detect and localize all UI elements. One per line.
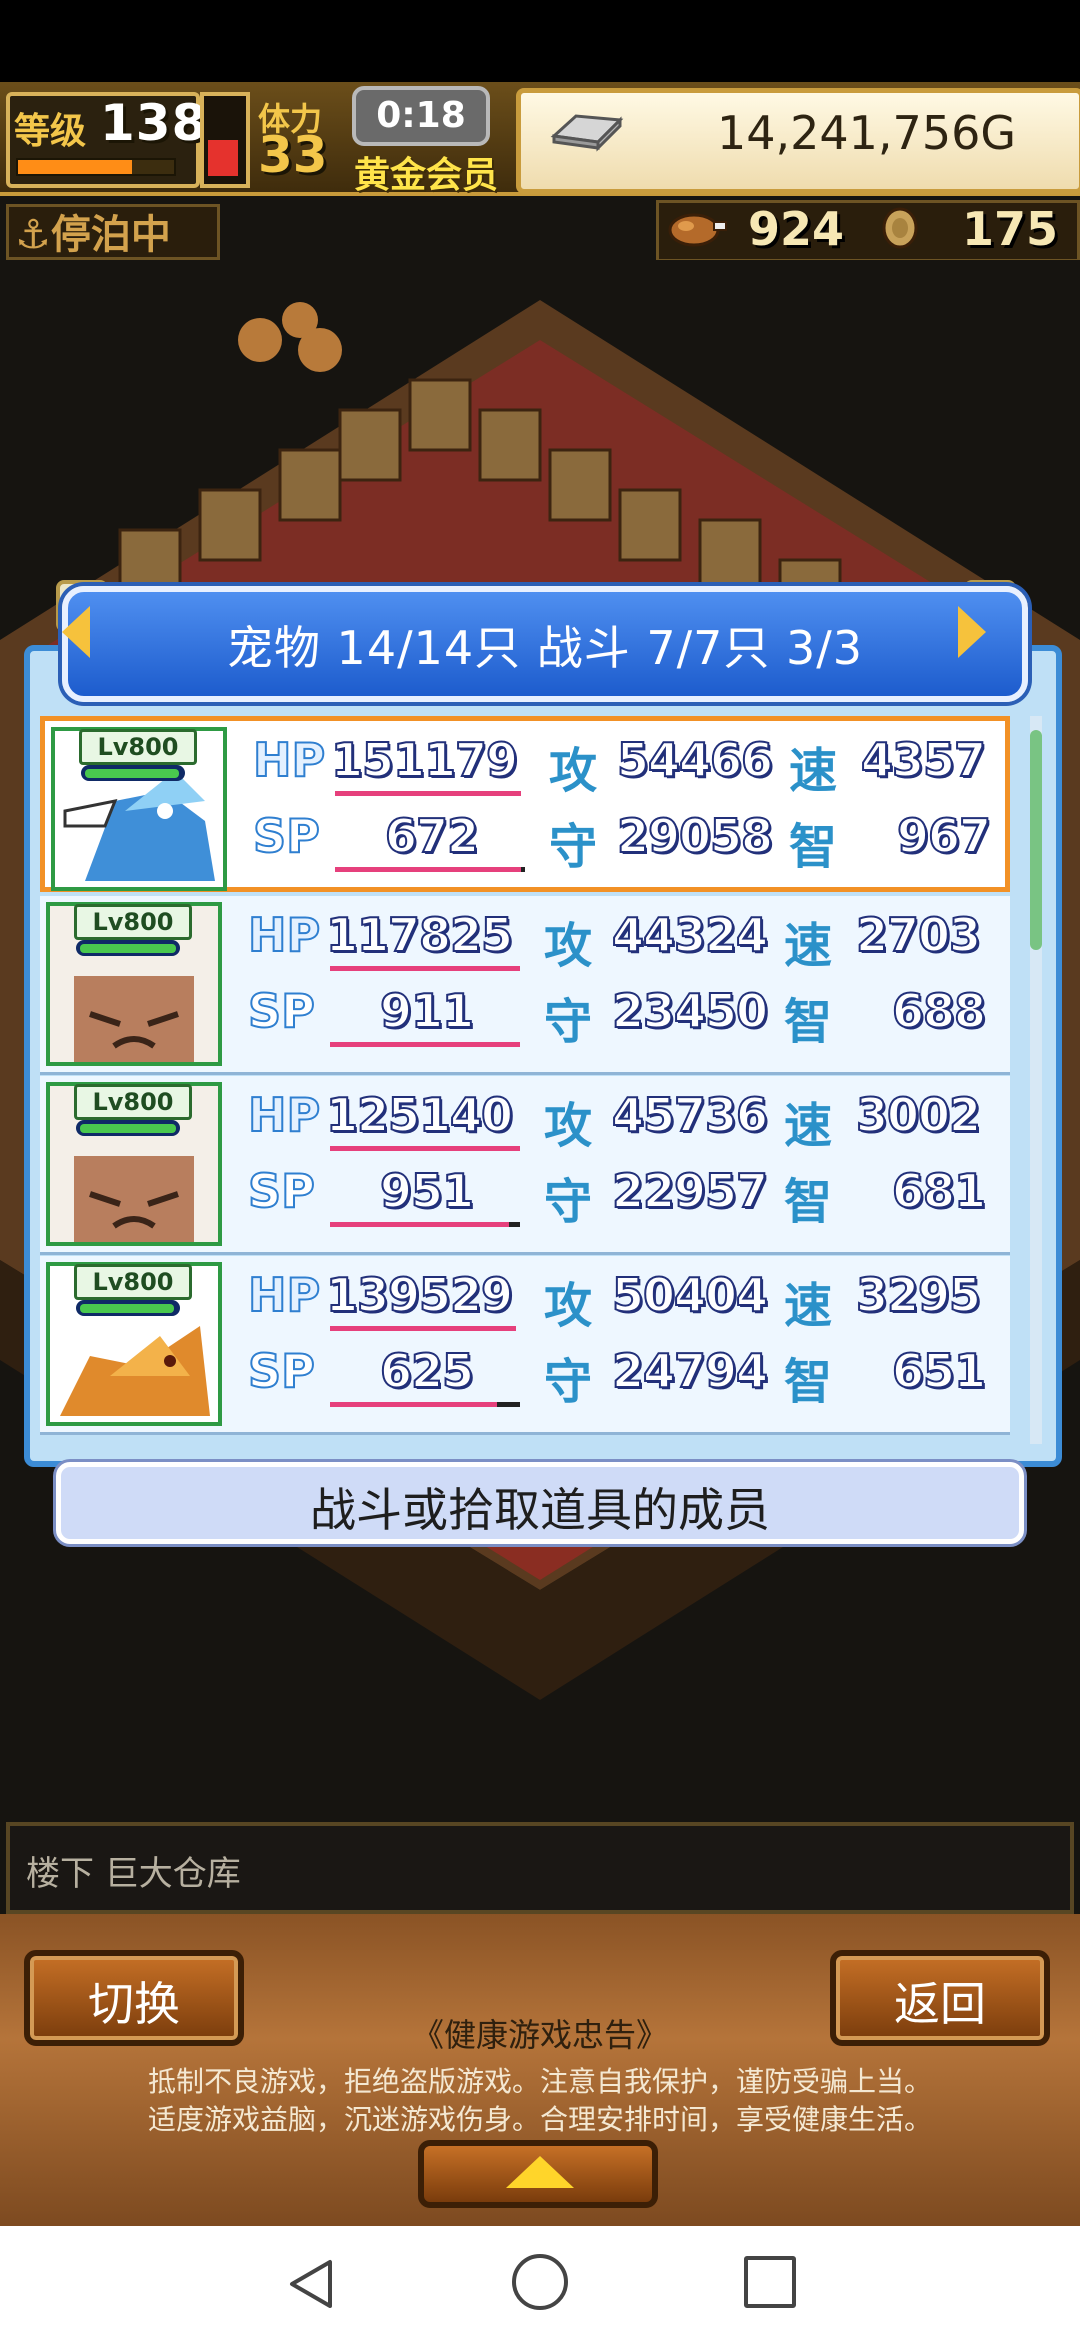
- intelligence-label: 智: [784, 1354, 833, 1410]
- sp-bar: [330, 1042, 520, 1047]
- defense-label: 守: [544, 994, 593, 1050]
- gold-amount: 14,241,756G: [716, 106, 1016, 160]
- sp-value: 672: [384, 808, 480, 864]
- speed-value: 3295: [855, 1267, 982, 1323]
- defense-label: 守: [544, 1354, 593, 1410]
- hp-bar: [335, 791, 521, 796]
- attack-value: 54466: [616, 732, 774, 788]
- speed-label: 速: [784, 918, 833, 974]
- attack-label: 攻: [544, 1098, 593, 1154]
- pet-level-tag: Lv800: [79, 729, 197, 765]
- hp-value: 151179: [330, 732, 519, 788]
- hp-label: HP: [247, 907, 321, 963]
- pet-health-bar-fill: [80, 1304, 174, 1313]
- hp-label: HP: [252, 732, 326, 788]
- pet-level-tag: Lv800: [74, 904, 192, 940]
- defense-value: 24794: [611, 1343, 769, 1399]
- level-label: 等级: [14, 111, 87, 152]
- pet-health-bar-fill: [85, 769, 179, 778]
- intelligence-value: 967: [896, 808, 992, 864]
- intelligence-value: 681: [891, 1163, 987, 1219]
- sp-value: 911: [379, 983, 475, 1039]
- pet-panel-title: 宠物 14/14只 战斗 7/7只 3/3: [226, 621, 864, 675]
- food-icon: [668, 213, 727, 247]
- sp-bar: [335, 867, 521, 872]
- gold-bar-icon: [550, 114, 624, 152]
- intelligence-label: 智: [784, 1174, 833, 1230]
- home-nav-icon[interactable]: [512, 2254, 568, 2310]
- pet-row[interactable]: Lv800 HP 139529 SP 625 攻 50404 守 24794 速…: [40, 1256, 1010, 1435]
- sp-bar: [330, 1222, 509, 1227]
- pet-row[interactable]: Lv800 HP 151179 SP 672 攻 54466 守 29058 速…: [40, 716, 1010, 892]
- hp-label: HP: [247, 1087, 321, 1143]
- sp-value: 951: [379, 1163, 475, 1219]
- attack-value: 45736: [611, 1087, 769, 1143]
- resource-food-value: 924: [748, 202, 845, 256]
- pet-row[interactable]: Lv800 HP 117825 SP 911 攻 44324 守 23450 速…: [40, 896, 1010, 1075]
- intelligence-label: 智: [784, 994, 833, 1050]
- pet-row[interactable]: Lv800 HP 125140 SP 951 攻 45736 守 22957 速…: [40, 1076, 1010, 1255]
- attack-label: 攻: [544, 1278, 593, 1334]
- speed-label: 速: [784, 1098, 833, 1154]
- hp-value: 139529: [325, 1267, 514, 1323]
- pet-list-scroll-thumb[interactable]: [1030, 730, 1042, 950]
- panel-caption: 战斗或拾取道具的成员: [310, 1483, 770, 1537]
- speed-value: 2703: [855, 907, 982, 963]
- speed-label: 速: [789, 743, 838, 799]
- pet-level-tag: Lv800: [74, 1084, 192, 1120]
- defense-value: 22957: [611, 1163, 769, 1219]
- defense-value: 29058: [616, 808, 774, 864]
- back-nav-icon[interactable]: [288, 2258, 336, 2310]
- sp-bar: [330, 1402, 497, 1407]
- hp-value: 117825: [325, 907, 514, 963]
- speed-value: 3002: [855, 1087, 982, 1143]
- hp-label: HP: [247, 1267, 321, 1323]
- pet-list[interactable]: Lv800 HP 151179 SP 672 攻 54466 守 29058 速…: [40, 716, 1010, 1444]
- membership-badge[interactable]: 黄金会员: [354, 146, 498, 198]
- attack-label: 攻: [549, 743, 598, 799]
- attack-value: 44324: [611, 907, 769, 963]
- sp-label: SP: [252, 808, 321, 864]
- stamina-value: 33: [258, 126, 328, 184]
- stamina-gauge-fill: [208, 140, 238, 176]
- resource-wood-value: 175: [962, 202, 1059, 256]
- intelligence-value: 651: [891, 1343, 987, 1399]
- defense-label: 守: [544, 1174, 593, 1230]
- level-value: 138: [100, 94, 208, 152]
- status-bar: [0, 0, 1080, 82]
- health-notice-line2: 适度游戏益脑，沉迷游戏伤身。合理安排时间，享受健康生活。: [147, 2103, 932, 2136]
- level-progress-fill: [18, 160, 132, 174]
- game-clock: 0:18: [352, 86, 490, 146]
- location-text: 楼下 巨大仓库: [26, 1854, 241, 1894]
- up-arrow-icon: [506, 2156, 574, 2188]
- pet-health-bar-fill: [80, 944, 176, 953]
- sp-label: SP: [247, 1163, 316, 1219]
- health-notice-title: 《健康游戏忠告》: [411, 2016, 668, 2054]
- attack-value: 50404: [611, 1267, 769, 1323]
- hp-value: 125140: [325, 1087, 514, 1143]
- intelligence-value: 688: [891, 983, 987, 1039]
- attack-label: 攻: [544, 918, 593, 974]
- speed-label: 速: [784, 1278, 833, 1334]
- health-notice-line1: 抵制不良游戏，拒绝盗版游戏。注意自我保护，谨防受骗上当。: [147, 2065, 932, 2098]
- defense-label: 守: [549, 819, 598, 875]
- sp-value: 625: [379, 1343, 475, 1399]
- sp-label: SP: [247, 1343, 316, 1399]
- speed-value: 4357: [860, 732, 987, 788]
- moored-status: ⚓停泊中: [6, 204, 220, 260]
- sp-label: SP: [247, 983, 316, 1039]
- intelligence-label: 智: [789, 819, 838, 875]
- hp-bar: [330, 966, 520, 971]
- hp-bar: [330, 1146, 520, 1151]
- pet-level-tag: Lv800: [74, 1264, 192, 1300]
- hp-bar: [330, 1326, 516, 1331]
- wood-icon: [882, 207, 918, 249]
- pet-health-bar-fill: [80, 1124, 176, 1133]
- recents-nav-icon[interactable]: [744, 2256, 796, 2308]
- defense-value: 23450: [611, 983, 769, 1039]
